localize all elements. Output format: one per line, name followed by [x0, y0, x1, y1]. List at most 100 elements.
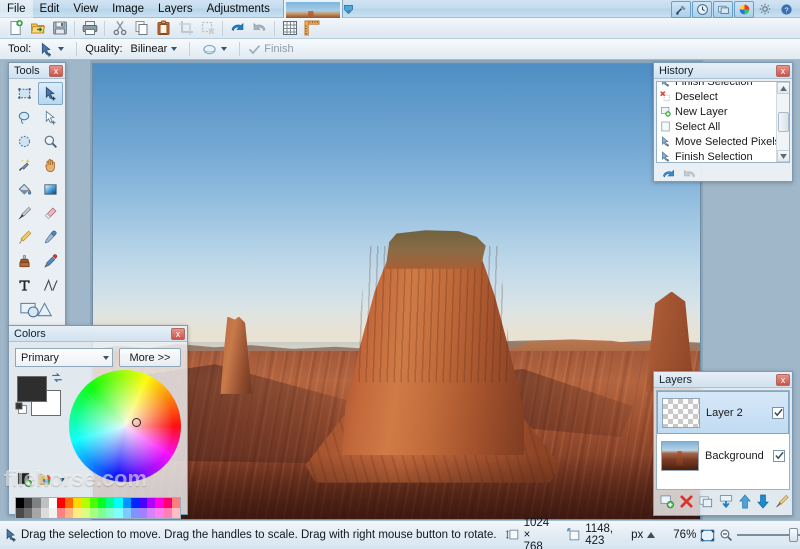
gradient-tool[interactable] — [38, 178, 63, 201]
zoom-slider[interactable] — [737, 528, 800, 542]
history-scrollbar[interactable] — [776, 82, 789, 162]
more-button[interactable]: More >> — [119, 348, 181, 367]
move-layer-up-button[interactable] — [738, 494, 752, 509]
layer-properties-button[interactable] — [774, 494, 790, 509]
palette-swatch[interactable] — [24, 498, 33, 518]
line-curve-tool[interactable] — [38, 274, 63, 297]
clone-stamp-tool[interactable] — [12, 250, 37, 273]
antialias-selector[interactable] — [198, 40, 231, 59]
magic-wand-tool[interactable] — [12, 154, 37, 177]
history-window-button[interactable] — [692, 0, 712, 18]
tools-panel-close-button[interactable]: x — [49, 64, 63, 77]
layer-row-layer-2[interactable]: Layer 2 — [657, 391, 789, 434]
settings-button[interactable] — [755, 1, 775, 18]
palette-swatch[interactable] — [147, 498, 156, 518]
menu-image[interactable]: Image — [105, 0, 151, 18]
scroll-down-arrow-icon[interactable] — [776, 150, 789, 162]
quality-selector[interactable]: Bilinear — [127, 41, 182, 57]
swap-colors-icon[interactable] — [51, 372, 63, 384]
palette-swatch[interactable] — [16, 498, 25, 518]
pencil-tool[interactable] — [12, 226, 37, 249]
zoom-slider-knob[interactable] — [789, 528, 799, 542]
colors-panel-titlebar[interactable]: Colors x — [9, 326, 187, 342]
palette-swatch[interactable] — [114, 498, 123, 518]
delete-layer-button[interactable] — [679, 494, 694, 509]
history-panel-close-button[interactable]: x — [776, 64, 790, 77]
active-tool-selector[interactable] — [35, 40, 68, 59]
colors-panel-close-button[interactable]: x — [171, 327, 185, 340]
menu-adjustments[interactable]: Adjustments — [200, 0, 277, 18]
color-channel-selector[interactable]: Primary — [15, 348, 113, 367]
menu-layers[interactable]: Layers — [151, 0, 200, 18]
palette-swatch[interactable] — [130, 498, 140, 518]
rulers-button[interactable] — [301, 18, 322, 38]
layers-window-button[interactable] — [713, 0, 733, 18]
palette-swatch[interactable] — [48, 498, 58, 518]
palette-swatch[interactable] — [98, 498, 107, 518]
history-item[interactable]: Move Selected Pixels — [657, 134, 789, 149]
layer-visibility-checkbox[interactable] — [773, 449, 785, 462]
text-tool[interactable] — [12, 274, 37, 297]
palette-swatch[interactable] — [32, 498, 41, 518]
palette-swatch[interactable] — [163, 498, 172, 518]
history-item[interactable]: Select All — [657, 119, 789, 134]
palette-swatch[interactable] — [65, 498, 74, 518]
layer-visibility-checkbox[interactable] — [772, 406, 784, 419]
layers-panel-close-button[interactable]: x — [776, 373, 790, 386]
eraser-tool[interactable] — [38, 202, 63, 225]
colors-window-button[interactable] — [734, 0, 754, 18]
finish-button[interactable]: Finish — [248, 43, 294, 56]
history-item[interactable]: Finish Selection — [657, 149, 789, 162]
palette-swatch[interactable] — [89, 498, 99, 518]
ellipse-select-tool[interactable] — [12, 130, 37, 153]
duplicate-layer-button[interactable] — [698, 494, 714, 509]
palette-swatch[interactable] — [122, 498, 131, 518]
units-group[interactable]: px — [622, 529, 664, 541]
history-item[interactable]: Finish Selection — [657, 82, 789, 89]
new-button[interactable] — [5, 18, 26, 38]
palette-swatch[interactable] — [40, 498, 49, 518]
history-list[interactable]: Finish Selection Deselect New Layer Sele… — [656, 81, 790, 163]
palette-swatch[interactable] — [155, 498, 164, 518]
lasso-select-tool[interactable] — [12, 106, 37, 129]
tools-panel-titlebar[interactable]: Tools x — [9, 63, 65, 79]
open-button[interactable] — [27, 18, 48, 38]
primary-color-swatch[interactable] — [17, 376, 47, 402]
history-redo-button[interactable] — [681, 167, 698, 182]
move-selected-pixels-tool[interactable] — [37, 82, 63, 105]
reset-colors-icon[interactable] — [15, 402, 29, 416]
units-caret-icon[interactable] — [647, 532, 656, 538]
help-button[interactable]: ? — [776, 1, 796, 18]
fit-to-window-icon[interactable] — [700, 528, 715, 543]
cut-button[interactable] — [109, 18, 130, 38]
history-item[interactable]: Deselect — [657, 89, 789, 104]
print-button[interactable] — [79, 18, 100, 38]
scroll-up-arrow-icon[interactable] — [776, 82, 789, 94]
crop-to-selection-button[interactable] — [175, 18, 196, 38]
menu-view[interactable]: View — [66, 0, 105, 18]
color-picker-tool[interactable] — [38, 226, 63, 249]
paste-button[interactable] — [153, 18, 174, 38]
menu-file[interactable]: File — [0, 0, 33, 18]
history-undo-button[interactable] — [660, 167, 677, 182]
palette-swatch[interactable] — [106, 498, 115, 518]
layers-panel-titlebar[interactable]: Layers x — [654, 372, 792, 388]
add-new-layer-button[interactable] — [659, 494, 675, 509]
deselect-all-button[interactable] — [197, 18, 218, 38]
copy-button[interactable] — [131, 18, 152, 38]
merge-layer-down-button[interactable] — [718, 494, 734, 509]
palette-swatch[interactable] — [81, 498, 90, 518]
layer-row-background[interactable]: Background — [657, 434, 789, 477]
save-button[interactable] — [49, 18, 70, 38]
layer-list[interactable]: Layer 2 Background — [656, 390, 790, 490]
move-layer-down-button[interactable] — [756, 494, 770, 509]
color-palette-strip[interactable] — [15, 497, 181, 519]
paintbrush-tool[interactable] — [12, 202, 37, 225]
rectangle-select-tool[interactable] — [12, 82, 37, 105]
palette-swatch[interactable] — [73, 498, 82, 518]
color-wheel-cursor[interactable] — [132, 418, 141, 427]
tools-window-button[interactable] — [671, 0, 691, 18]
history-item[interactable]: New Layer — [657, 104, 789, 119]
undo-button[interactable] — [227, 18, 248, 38]
redo-button[interactable] — [249, 18, 270, 38]
